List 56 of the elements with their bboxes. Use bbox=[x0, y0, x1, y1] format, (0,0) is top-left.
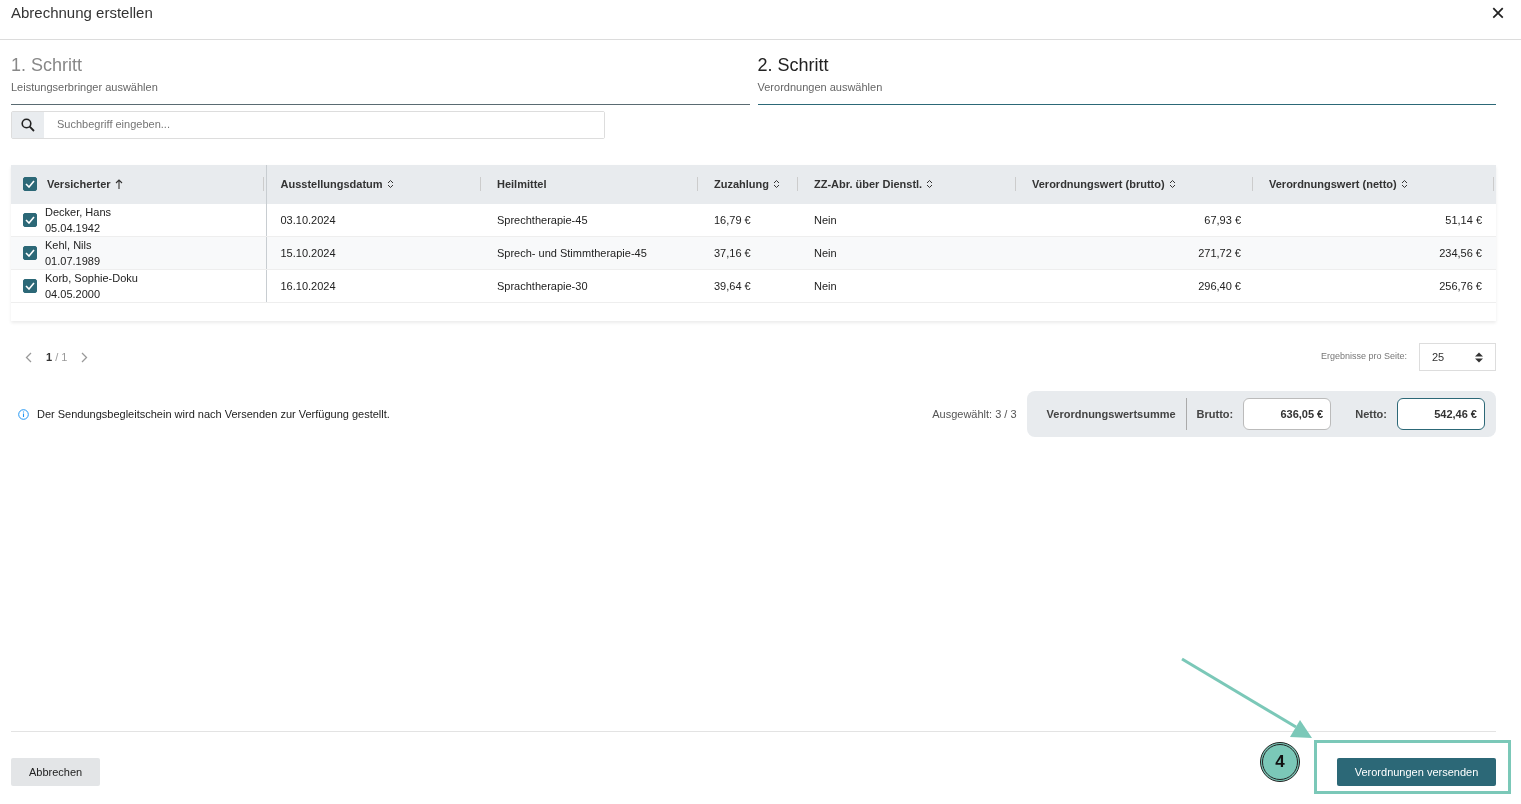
info-icon bbox=[18, 408, 29, 420]
table-cell: 296,40 € bbox=[1198, 279, 1241, 292]
search-icon bbox=[21, 117, 35, 132]
table-cell: Nein bbox=[814, 246, 837, 259]
next-page-button[interactable] bbox=[81, 351, 89, 363]
checkbox[interactable] bbox=[23, 279, 37, 293]
summary-label: Verordnungswertsumme bbox=[1046, 406, 1176, 422]
selection-count: Ausgewählt: 3 / 3 bbox=[932, 406, 1017, 422]
table-cell: Sprechtherapie-45 bbox=[497, 213, 588, 226]
netto-label: Netto: bbox=[1355, 406, 1387, 422]
step-number-badge: 4 bbox=[1260, 742, 1300, 782]
cancel-button[interactable]: Abbrechen bbox=[11, 758, 101, 786]
patient-cell-text: Kehl, Nils 01.07.1989 bbox=[45, 238, 101, 269]
dialog-title: Abrechnung erstellen bbox=[11, 3, 153, 23]
brutto-label: Brutto: bbox=[1196, 406, 1234, 422]
table-cell: 16.10.2024 bbox=[280, 279, 336, 292]
close-button[interactable]: × bbox=[1487, 2, 1509, 24]
sort-up-icon[interactable] bbox=[114, 178, 123, 189]
table-cell: Nein bbox=[814, 279, 837, 292]
table-cell: Nein bbox=[814, 213, 837, 226]
page-indicator: 1 / 1 bbox=[46, 349, 68, 365]
table-cell: 51,14 € bbox=[1445, 213, 1482, 226]
checkbox[interactable] bbox=[23, 176, 37, 191]
submit-button[interactable]: Verordnungen versenden bbox=[1337, 758, 1496, 786]
page-size-label: Ergebnisse pro Seite: bbox=[1320, 350, 1407, 364]
table-cell: 234,56 € bbox=[1439, 246, 1482, 259]
sort-icon[interactable] bbox=[1400, 179, 1408, 189]
search-field[interactable]: Suchbegriff eingeben... bbox=[11, 110, 605, 139]
previous-page-button[interactable] bbox=[25, 351, 32, 363]
brutto-field[interactable]: 636,05 € bbox=[1243, 398, 1332, 430]
up-down-icon bbox=[1475, 351, 1483, 363]
sort-icon[interactable] bbox=[773, 179, 780, 189]
table-cell: 37,16 € bbox=[714, 246, 751, 259]
netto-field[interactable]: 542,46 € bbox=[1397, 398, 1485, 430]
table-cell: 271,72 € bbox=[1198, 246, 1241, 259]
page-size-select[interactable]: 25 bbox=[1419, 343, 1496, 371]
table-cell: 15.10.2024 bbox=[280, 246, 336, 259]
sort-icon[interactable] bbox=[926, 179, 934, 189]
table-cell: 256,76 € bbox=[1439, 279, 1482, 292]
step-tab[interactable]: 2. Schritt Verordnungen auswählen bbox=[757, 54, 1496, 105]
column-header[interactable]: Versicherter bbox=[47, 175, 111, 193]
column-header[interactable]: Heilmittel bbox=[497, 175, 547, 193]
patient-cell-text: Decker, Hans 05.04.1942 bbox=[45, 204, 112, 236]
table-cell: Sprech- und Stimmtherapie-45 bbox=[497, 246, 647, 259]
table-cell: 39,64 € bbox=[714, 279, 751, 292]
table-cell: 03.10.2024 bbox=[280, 213, 336, 226]
patient-cell-text: Korb, Sophie-Doku 04.05.2000 bbox=[45, 271, 138, 302]
table-cell: 16,79 € bbox=[714, 213, 751, 226]
table-cell: 67,93 € bbox=[1204, 213, 1241, 226]
table-cell: Sprachtherapie-30 bbox=[497, 279, 588, 292]
checkbox[interactable] bbox=[23, 212, 37, 227]
info-text: Der Sendungsbegleitschein wird nach Versenden zur Verfügung gestellt. bbox=[37, 406, 390, 422]
sort-icon[interactable] bbox=[386, 179, 394, 189]
checkbox[interactable] bbox=[23, 246, 37, 260]
sort-icon[interactable] bbox=[1168, 179, 1176, 189]
step-tab[interactable]: 1. Schritt Leistungserbringer auswählen bbox=[11, 54, 750, 105]
